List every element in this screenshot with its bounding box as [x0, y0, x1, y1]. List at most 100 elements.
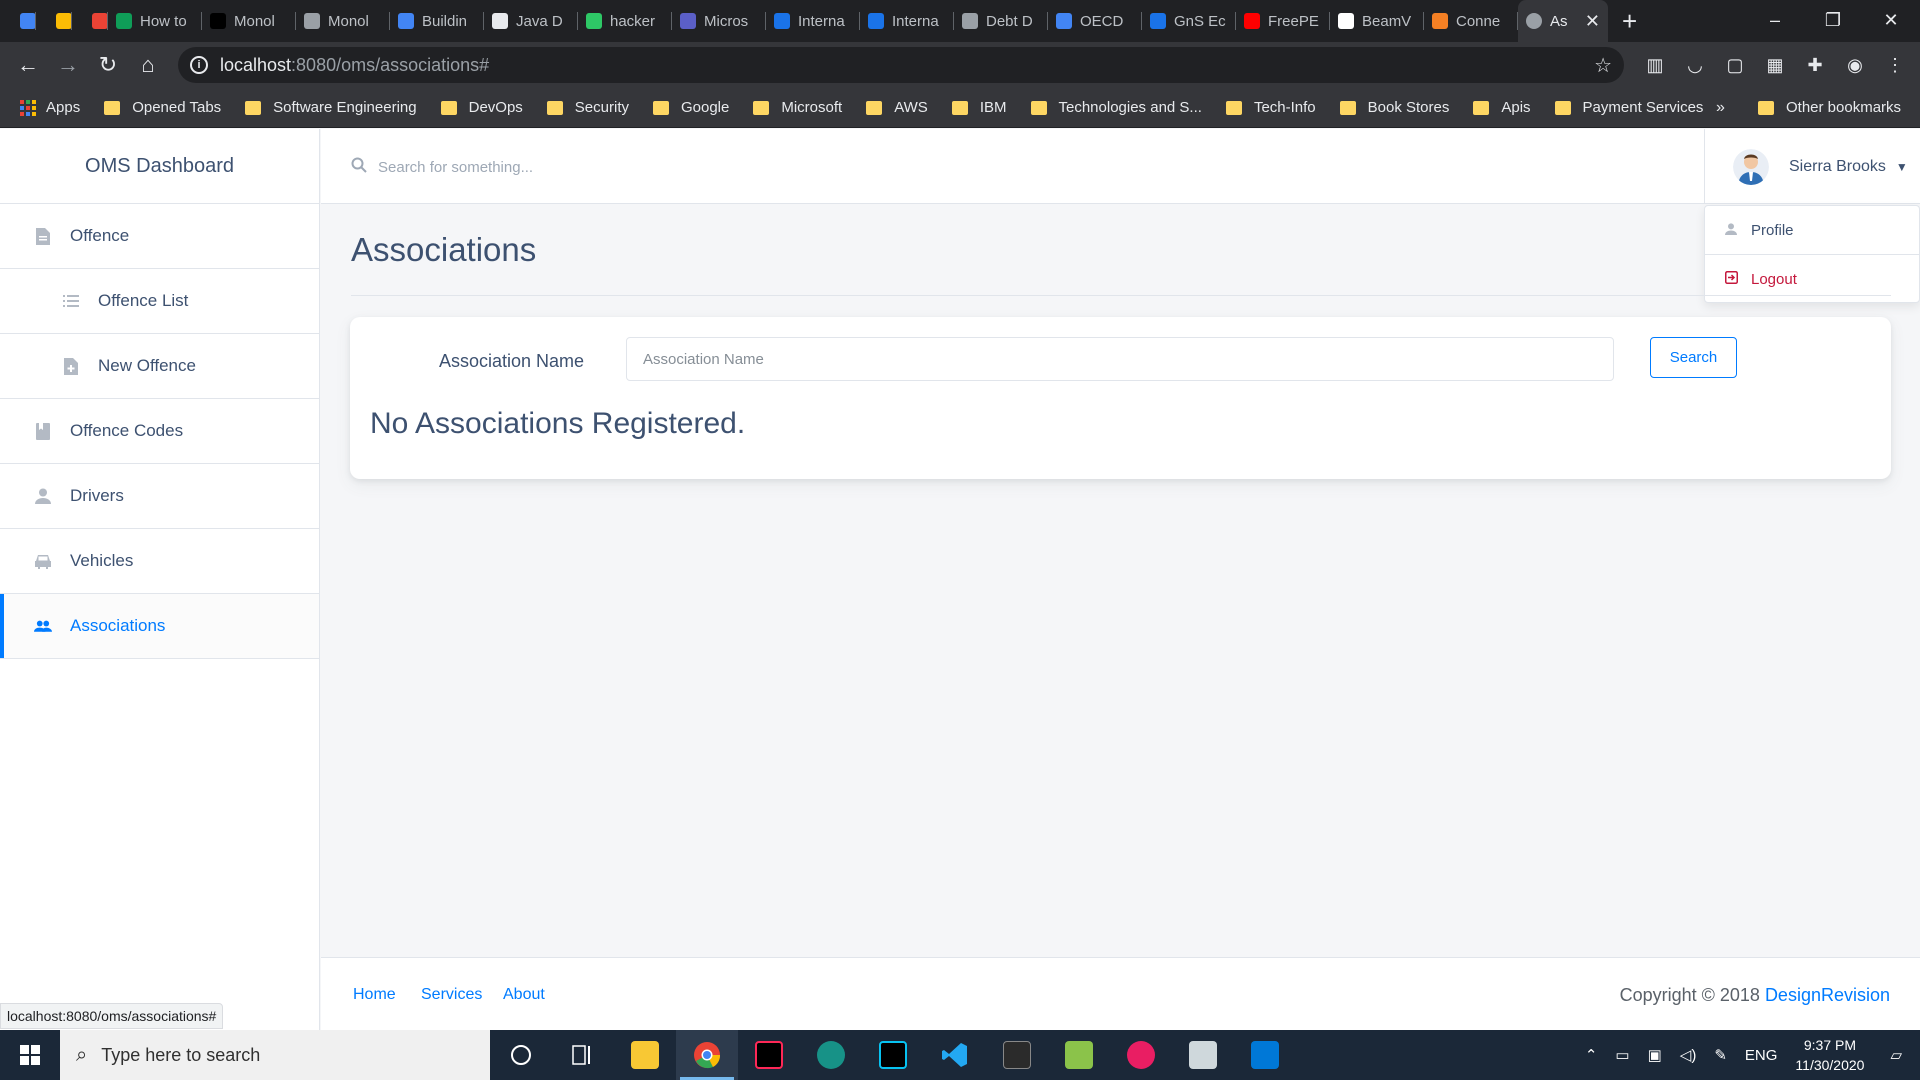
chrome-taskbar-icon[interactable] — [676, 1030, 738, 1080]
forward-arrow-icon[interactable]: → — [48, 52, 88, 78]
close-window-button[interactable]: ✕ — [1862, 0, 1920, 42]
profile-avatar-icon[interactable]: ◉ — [1840, 50, 1870, 80]
browser-tab[interactable] — [72, 0, 108, 42]
bookmark-folder[interactable]: AWS — [866, 99, 928, 116]
clock[interactable]: 9:37 PM 11/30/2020 — [1795, 1035, 1864, 1075]
bookmark-folder[interactable]: Google — [652, 99, 729, 116]
task-view-icon[interactable] — [552, 1030, 614, 1080]
sidebar-item-offence-list[interactable]: Offence List — [0, 269, 319, 334]
sidebar-item-vehicles[interactable]: Vehicles — [0, 529, 319, 594]
browser-tab[interactable]: Debt D — [954, 0, 1048, 42]
volume-icon[interactable]: ◁) — [1680, 1046, 1697, 1064]
bookmark-folder[interactable]: IBM — [951, 99, 1007, 116]
back-arrow-icon[interactable]: ← — [8, 52, 48, 78]
chevron-up-icon[interactable]: ⌃ — [1585, 1046, 1598, 1064]
webstorm-icon[interactable] — [862, 1030, 924, 1080]
minimize-button[interactable]: – — [1746, 0, 1804, 42]
browser-tab-active[interactable]: As ✕ — [1518, 0, 1608, 42]
sidebar-item-drivers[interactable]: Drivers — [0, 464, 319, 529]
browser-tab[interactable]: GnS Ec — [1142, 0, 1236, 42]
association-name-input[interactable] — [626, 337, 1614, 381]
more-bookmarks-button[interactable]: » — [1716, 99, 1725, 117]
folder-icon — [652, 100, 669, 115]
network-icon[interactable]: ▣ — [1648, 1046, 1662, 1064]
taskbar-search-box[interactable]: ⌕ Type here to search — [60, 1030, 490, 1080]
bookmark-folder[interactable]: Software Engineering — [245, 99, 417, 116]
calendar-extension-icon[interactable]: ▦ — [1760, 50, 1790, 80]
brand-title[interactable]: OMS Dashboard — [0, 129, 319, 204]
address-bar[interactable]: i localhost:8080/oms/associations# ☆ — [178, 47, 1624, 83]
bookmark-folder[interactable]: Security — [546, 99, 629, 116]
copyright-brand-link[interactable]: DesignRevision — [1765, 985, 1890, 1005]
cortana-icon[interactable] — [490, 1030, 552, 1080]
bookmark-folder[interactable]: Microsoft — [753, 99, 842, 116]
windows-start-button[interactable] — [0, 1030, 60, 1080]
bookmark-folder[interactable]: Opened Tabs — [104, 99, 221, 116]
browser-tab[interactable]: Java D — [484, 0, 578, 42]
browser-tab[interactable]: FreePE — [1236, 0, 1330, 42]
home-icon[interactable]: ⌂ — [128, 52, 168, 78]
sidebar-item-offence-codes[interactable]: Offence Codes — [0, 399, 319, 464]
intellij-icon[interactable] — [738, 1030, 800, 1080]
browser-tab[interactable]: hacker — [578, 0, 672, 42]
search-button[interactable]: Search — [1650, 337, 1737, 378]
tab-label: As — [1550, 12, 1568, 30]
terminal-icon[interactable] — [986, 1030, 1048, 1080]
sidebar-item-offence[interactable]: Offence — [0, 204, 319, 269]
vscode-icon[interactable] — [924, 1030, 986, 1080]
sidebar-item-associations[interactable]: Associations — [0, 594, 319, 659]
browser-tab[interactable]: Interna — [766, 0, 860, 42]
puzzle-icon[interactable]: ✚ — [1800, 50, 1830, 80]
browser-tab[interactable]: Buildin — [390, 0, 484, 42]
browser-tab[interactable] — [0, 0, 36, 42]
gitkraken-icon[interactable] — [800, 1030, 862, 1080]
reading-list-icon[interactable]: ▥ — [1640, 50, 1670, 80]
site-info-icon[interactable]: i — [190, 56, 208, 74]
browser-tab[interactable]: Conne — [1424, 0, 1518, 42]
bookmark-apps[interactable]: Apps — [20, 99, 80, 116]
footer-link-services[interactable]: Services — [421, 986, 482, 1004]
battery-icon[interactable]: ▭ — [1615, 1046, 1629, 1064]
photos-icon[interactable] — [1234, 1030, 1296, 1080]
bookmark-folder[interactable]: Book Stores — [1339, 99, 1449, 116]
browser-tab[interactable]: Monol — [296, 0, 390, 42]
app-icon[interactable] — [1172, 1030, 1234, 1080]
file-explorer-icon[interactable] — [614, 1030, 676, 1080]
tab-label: Interna — [892, 12, 939, 30]
maximize-button[interactable]: ❐ — [1804, 0, 1862, 42]
pocket-icon[interactable]: ◡ — [1680, 50, 1710, 80]
extension-icon[interactable]: ▢ — [1720, 50, 1750, 80]
user-menu-toggle[interactable]: Sierra Brooks ▼ — [1704, 129, 1920, 204]
profile-menu-item[interactable]: Profile — [1705, 206, 1919, 254]
bookmark-folder[interactable]: DevOps — [440, 99, 523, 116]
footer-link-home[interactable]: Home — [353, 986, 396, 1004]
browser-tab[interactable]: BeamV — [1330, 0, 1424, 42]
new-tab-button[interactable]: + — [1622, 6, 1637, 37]
pen-icon[interactable]: ✎ — [1714, 1046, 1727, 1064]
notifications-icon[interactable]: ▱ — [1890, 1046, 1902, 1064]
tab-favicon-icon — [398, 13, 414, 29]
notepad-icon[interactable] — [1048, 1030, 1110, 1080]
search-input[interactable] — [376, 149, 976, 185]
logout-icon — [1725, 270, 1739, 288]
bookmark-folder[interactable]: Apis — [1473, 99, 1531, 116]
close-tab-icon[interactable]: ✕ — [1585, 11, 1600, 32]
browser-tab[interactable]: How to — [108, 0, 202, 42]
chrome-menu-icon[interactable]: ⋮ — [1880, 50, 1910, 80]
bookmark-folder[interactable]: Tech-Info — [1225, 99, 1316, 116]
reload-icon[interactable]: ↻ — [88, 52, 128, 78]
bookmark-star-icon[interactable]: ☆ — [1594, 53, 1612, 78]
browser-tab[interactable]: Micros — [672, 0, 766, 42]
browser-tab[interactable]: Monol — [202, 0, 296, 42]
bookmark-folder[interactable]: Payment Services — [1554, 99, 1703, 116]
bookmarks-bar: Apps Opened Tabs Software Engineering De… — [0, 88, 1920, 128]
sidebar-item-new-offence[interactable]: New Offence — [0, 334, 319, 399]
media-player-icon[interactable] — [1110, 1030, 1172, 1080]
footer-link-about[interactable]: About — [503, 986, 545, 1004]
browser-tab[interactable]: Interna — [860, 0, 954, 42]
bookmark-folder[interactable]: Technologies and S... — [1030, 99, 1202, 116]
other-bookmarks[interactable]: Other bookmarks — [1758, 99, 1901, 116]
browser-tab[interactable]: OECD — [1048, 0, 1142, 42]
language-indicator[interactable]: ENG — [1745, 1047, 1778, 1064]
browser-tab[interactable] — [36, 0, 72, 42]
